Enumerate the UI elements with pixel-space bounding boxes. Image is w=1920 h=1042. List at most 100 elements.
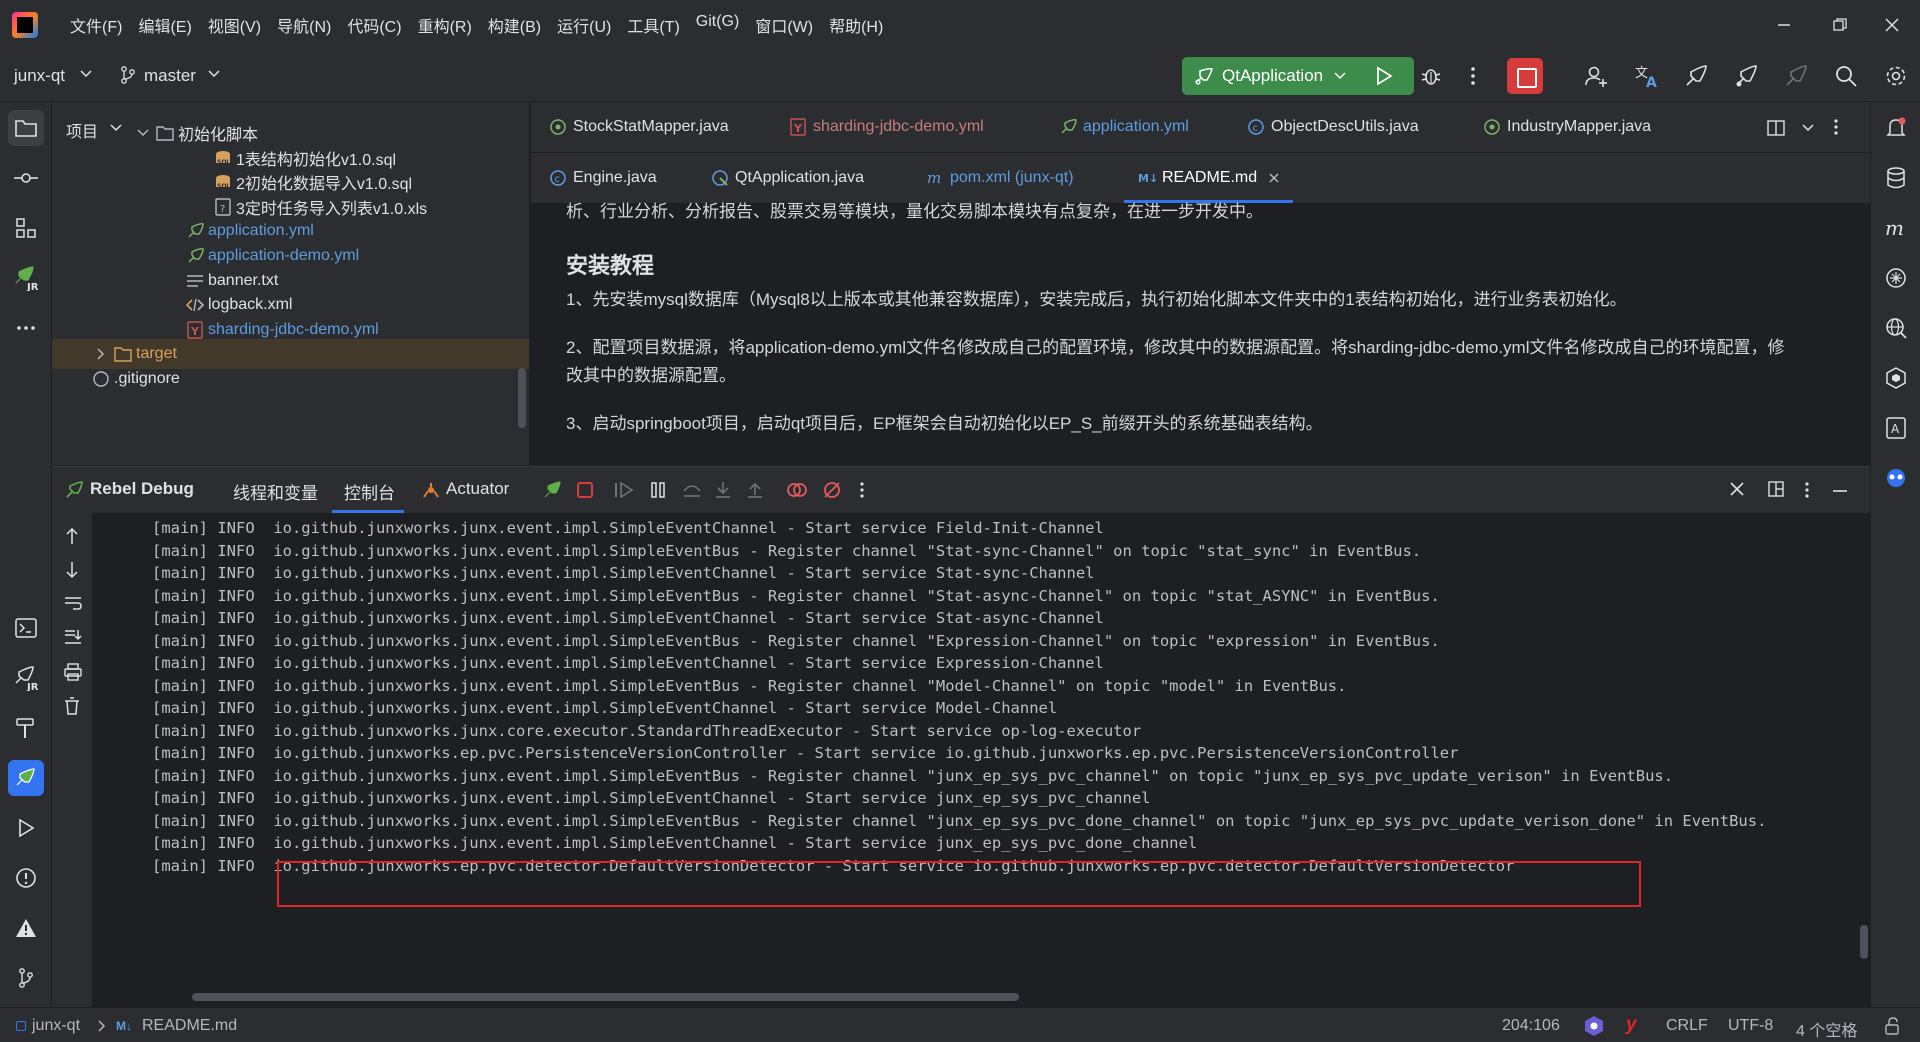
chevron-right-icon[interactable] — [92, 345, 110, 363]
intellij-logo-icon[interactable] — [12, 12, 38, 38]
stop-debug-icon[interactable] — [577, 482, 593, 498]
file-encoding[interactable]: UTF-8 — [1728, 1017, 1773, 1035]
menu-item-0[interactable]: 文件(F) — [62, 13, 130, 37]
menu-item-3[interactable]: 导航(N) — [269, 13, 339, 37]
plugin-icon[interactable] — [1878, 360, 1914, 396]
menu-item-4[interactable]: 代码(C) — [339, 13, 409, 37]
warning-icon[interactable] — [8, 910, 44, 946]
rerun-jrebel-icon[interactable] — [542, 480, 564, 500]
editor-tab[interactable]: StockStatMapper.java — [549, 102, 729, 152]
project-view-icon[interactable] — [8, 110, 44, 146]
editor-tab[interactable]: M↓ README.md — [1124, 153, 1294, 203]
tab-actuator[interactable]: Actuator — [446, 479, 509, 499]
jrebel-deploy-icon[interactable] — [1684, 64, 1708, 88]
editor-tab[interactable]: Ysharding-jdbc-demo.yml — [789, 102, 984, 152]
menu-item-10[interactable]: 窗口(W) — [747, 13, 821, 37]
minimize-button[interactable] — [1756, 0, 1812, 50]
maven-icon[interactable]: m — [1878, 210, 1914, 246]
menu-item-8[interactable]: 工具(T) — [619, 13, 687, 37]
debug-icon[interactable] — [1420, 66, 1442, 86]
scroll-to-end-icon[interactable] — [64, 629, 82, 645]
split-editor-icon[interactable] — [1767, 120, 1785, 136]
translate-icon[interactable]: 文A — [1634, 64, 1660, 88]
editor-tab[interactable]: application.yml — [1059, 102, 1189, 152]
editor-tab[interactable]: IndustryMapper.java — [1483, 102, 1651, 152]
menu-item-6[interactable]: 构建(B) — [480, 13, 549, 37]
menu-item-7[interactable]: 运行(U) — [549, 13, 619, 37]
run-panel-icon[interactable] — [8, 810, 44, 846]
git-icon[interactable] — [8, 960, 44, 996]
add-user-icon[interactable] — [1584, 64, 1608, 88]
ai-assistant-icon[interactable] — [1878, 260, 1914, 296]
structure-icon[interactable] — [8, 210, 44, 246]
menu-item-1[interactable]: 编辑(E) — [130, 13, 199, 37]
mute-breakpoints-icon[interactable] — [822, 480, 842, 500]
clear-all-trash-icon[interactable] — [64, 697, 80, 715]
restore-button[interactable] — [1812, 0, 1868, 50]
line-separator[interactable]: CRLF — [1666, 1017, 1708, 1035]
debug-more-icon[interactable] — [859, 481, 865, 499]
branch-selector[interactable]: master — [144, 66, 196, 86]
project-scrollbar[interactable] — [518, 368, 526, 428]
tab-threads-variables[interactable]: 线程和变量 — [233, 479, 318, 504]
editor-tab[interactable]: QtApplication.java — [711, 153, 864, 203]
menu-item-11[interactable]: 帮助(H) — [821, 13, 891, 37]
jrebel-console-icon[interactable]: JR — [8, 660, 44, 696]
menu-item-2[interactable]: 视图(V) — [200, 13, 269, 37]
layout-settings-icon[interactable] — [1768, 481, 1784, 497]
console-output[interactable]: [main] INFO io.github.junxworks.junx.eve… — [92, 513, 1870, 1008]
close-window-button[interactable] — [1864, 0, 1920, 50]
database-icon[interactable] — [1878, 160, 1914, 196]
copilot-status-icon[interactable] — [1583, 1015, 1605, 1037]
cursor-position[interactable]: 204:106 — [1502, 1017, 1560, 1035]
jrebel-debug-deploy-icon[interactable] — [1734, 64, 1758, 88]
breadcrumb-project[interactable]: junx-qt — [32, 1017, 80, 1035]
debug-session-title[interactable]: Rebel Debug — [90, 479, 194, 499]
tab-console[interactable]: 控制台 — [344, 479, 395, 504]
markdown-preview[interactable]: 析、行业分析、分析报告、股票交易等模块，量化交易脚本模块有点复杂，在进一步开发中… — [531, 202, 1870, 465]
notifications-icon[interactable] — [1878, 110, 1914, 146]
run-icon[interactable] — [1375, 66, 1393, 86]
print-icon[interactable] — [64, 663, 82, 681]
pause-icon[interactable] — [650, 481, 666, 499]
jrebel-panel-icon[interactable]: JR — [8, 260, 44, 296]
terminal-icon[interactable] — [8, 610, 44, 646]
tabs-dropdown-icon[interactable] — [1802, 124, 1814, 132]
run-configuration-selector[interactable]: QtApplication — [1182, 57, 1414, 95]
editor-tab[interactable]: c ObjectDescUtils.java — [1247, 102, 1419, 152]
editor-tab[interactable]: m pom.xml (junx-qt) — [926, 153, 1074, 203]
editor-more-icon[interactable] — [1833, 118, 1839, 136]
youdao-translate-icon[interactable]: y — [1626, 1014, 1637, 1036]
rebel-debug-active-icon[interactable] — [8, 760, 44, 796]
panel-options-icon[interactable] — [1804, 481, 1810, 499]
minimize-panel-icon[interactable] — [1832, 489, 1848, 493]
lock-icon[interactable] — [1884, 1017, 1900, 1035]
breadcrumb-file[interactable]: README.md — [142, 1017, 237, 1035]
menu-item-9[interactable]: Git(G) — [688, 13, 748, 37]
close-tab-icon[interactable] — [1269, 173, 1279, 183]
stop-button[interactable] — [1507, 58, 1543, 94]
build-hammer-icon[interactable] — [8, 710, 44, 746]
problems-icon[interactable] — [8, 860, 44, 896]
more-tools-icon[interactable] — [8, 310, 44, 346]
text-layout-icon[interactable]: A — [1878, 410, 1914, 446]
copilot-icon[interactable] — [1878, 460, 1914, 496]
indent-setting[interactable]: 4 个空格 — [1796, 1017, 1857, 1041]
scroll-up-icon[interactable] — [64, 527, 80, 545]
editor-tab[interactable]: c Engine.java — [549, 153, 657, 203]
soft-wrap-icon[interactable] — [64, 595, 82, 611]
tree-item[interactable]: .gitignore — [52, 364, 529, 394]
menu-item-5[interactable]: 重构(R) — [410, 13, 480, 37]
settings-gear-icon[interactable] — [1884, 64, 1908, 88]
console-vertical-scrollbar[interactable] — [1860, 925, 1868, 959]
scroll-down-icon[interactable] — [64, 561, 80, 579]
project-selector[interactable]: junx-qt — [14, 66, 65, 86]
more-actions-icon[interactable] — [1470, 66, 1476, 86]
chevron-down-icon[interactable] — [134, 124, 152, 142]
search-icon[interactable] — [1834, 64, 1858, 88]
web-browser-icon[interactable] — [1878, 310, 1914, 346]
view-breakpoints-icon[interactable] — [787, 480, 807, 500]
commit-icon[interactable] — [8, 160, 44, 196]
console-horizontal-scrollbar[interactable] — [192, 993, 1019, 1001]
close-debug-session-icon[interactable] — [1730, 482, 1744, 496]
